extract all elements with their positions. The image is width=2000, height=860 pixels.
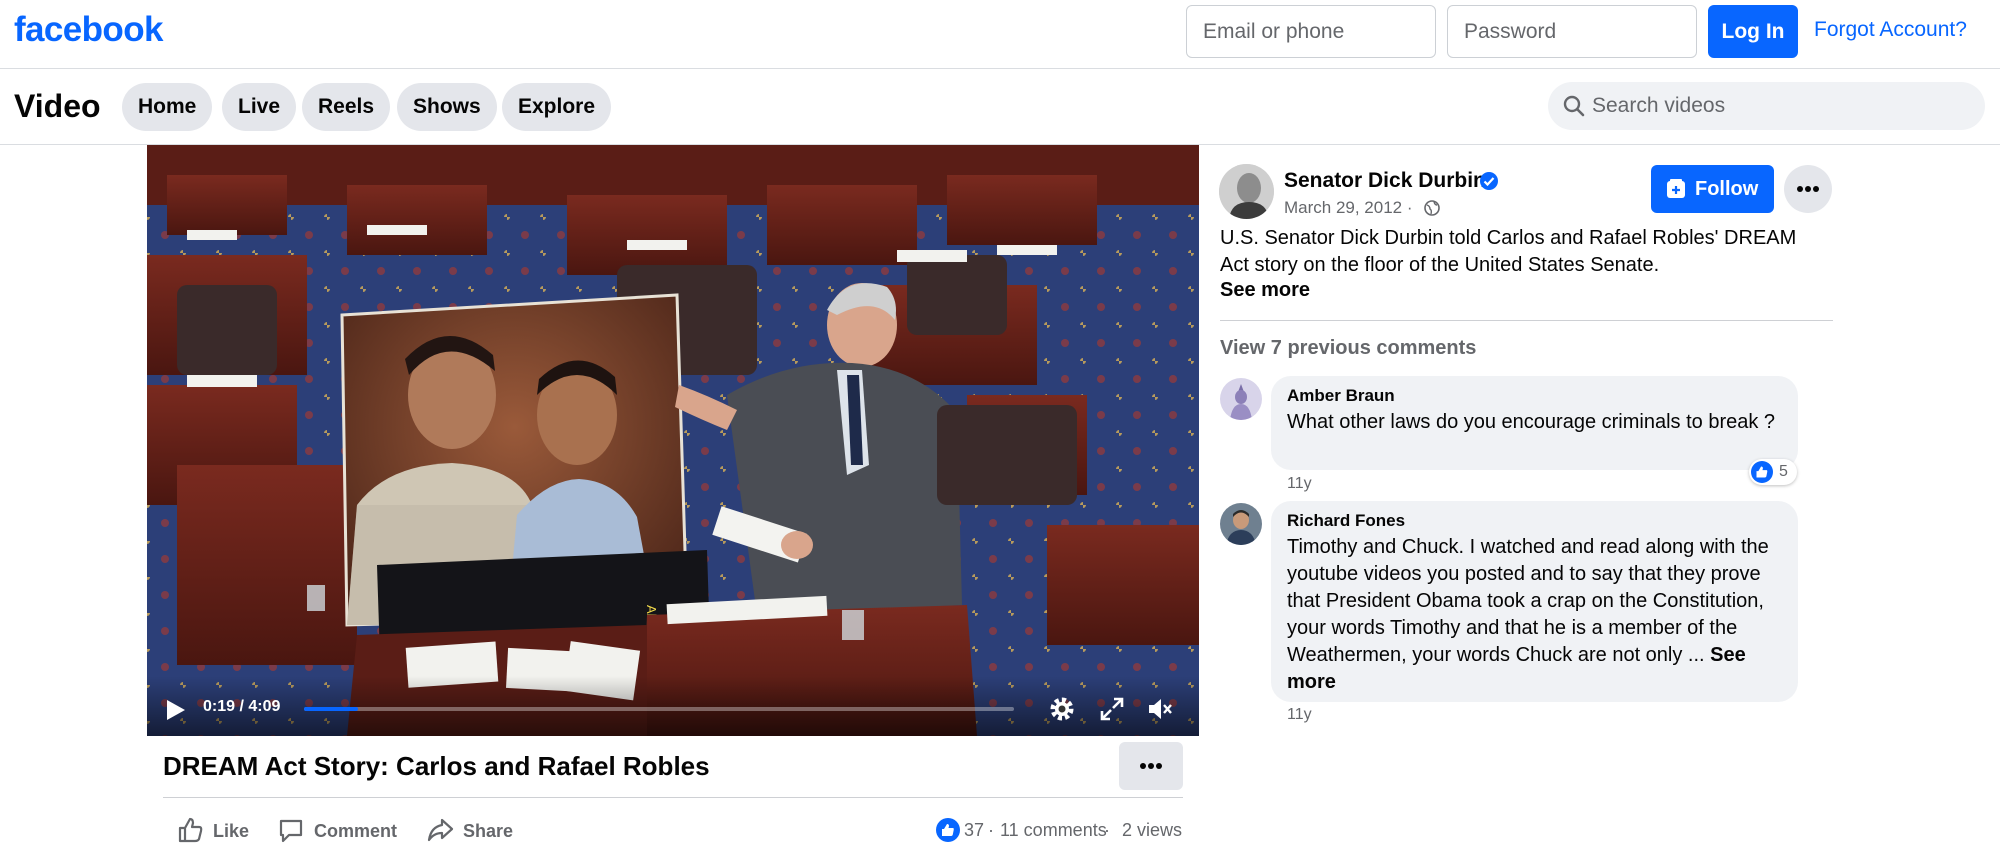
video-player[interactable]: The Aleks 0:19 / 4:09 <box>147 145 1199 736</box>
separator: · <box>1104 820 1110 840</box>
share-label: Share <box>463 821 514 841</box>
forgot-account-link[interactable]: Forgot Account? <box>1814 18 1967 42</box>
video-nav: Video Home Live Reels Shows Explore Sear… <box>0 70 2000 145</box>
fullscreen-icon[interactable] <box>1097 694 1127 724</box>
settings-icon[interactable] <box>1047 694 1077 724</box>
comment-icon <box>279 819 303 843</box>
mute-icon[interactable] <box>1145 694 1175 724</box>
password-field[interactable] <box>1447 5 1697 58</box>
comment-label: Comment <box>314 821 398 841</box>
play-icon[interactable] <box>165 698 187 722</box>
avatar[interactable] <box>1219 164 1274 219</box>
comment-author[interactable]: Amber Braun <box>1287 386 1395 406</box>
post-more-button[interactable] <box>1784 165 1832 213</box>
globe-icon <box>1424 200 1440 216</box>
search-icon <box>1563 95 1585 117</box>
search-videos-input[interactable]: Search videos <box>1548 82 1985 130</box>
progress-bar[interactable] <box>304 707 1014 711</box>
separator: · <box>988 820 994 840</box>
follow-icon <box>1667 179 1685 198</box>
share-button[interactable]: Share <box>426 816 526 846</box>
email-field[interactable] <box>1186 5 1436 58</box>
search-placeholder: Search videos <box>1592 94 1726 117</box>
video-stats: 37 · 11 comments · 2 views <box>936 818 1183 844</box>
top-bar: facebook Log In Forgot Account? <box>0 0 2000 69</box>
comment-text: What other laws do you encourage crimina… <box>1287 411 1776 433</box>
comment-time[interactable]: 11y <box>1287 706 1312 724</box>
view-count: 2 views <box>1122 820 1183 840</box>
see-more-link[interactable]: See more <box>1220 279 1310 302</box>
reaction-count: 5 <box>1779 463 1788 480</box>
tab-live[interactable]: Live <box>222 83 297 131</box>
post-author[interactable]: Senator Dick Durbin <box>1284 169 1486 193</box>
video-time: 0:19 / 4:09 <box>203 698 281 715</box>
login-button[interactable]: Log In <box>1708 5 1798 58</box>
tab-reels[interactable]: Reels <box>302 83 391 131</box>
comment-bubble: Richard Fones Timothy and Chuck. I watch… <box>1271 501 1798 702</box>
video-frame: The Aleks <box>147 145 1199 736</box>
comment-text: Timothy and Chuck. I watched and read al… <box>1287 534 1792 696</box>
more-icon <box>1797 186 1819 192</box>
tab-home[interactable]: Home <box>122 83 213 131</box>
divider <box>163 797 1183 798</box>
like-label: Like <box>213 821 250 841</box>
like-reaction-icon <box>1751 461 1773 483</box>
verified-icon <box>1480 172 1498 190</box>
progress-fill <box>304 707 358 711</box>
like-icon <box>178 817 203 843</box>
view-previous-comments[interactable]: View 7 previous comments <box>1220 337 1476 360</box>
video-title: DREAM Act Story: Carlos and Rafael Roble… <box>163 751 710 781</box>
video-section-title: Video <box>14 88 101 124</box>
more-icon <box>1140 763 1162 769</box>
comment-time[interactable]: 11y <box>1287 475 1312 493</box>
comment-reactions[interactable]: 5 <box>1749 459 1797 485</box>
divider <box>1220 320 1833 321</box>
comment-bubble: Amber Braun What other laws do you encou… <box>1271 376 1798 470</box>
like-button[interactable]: Like <box>176 816 256 846</box>
post-date[interactable]: March 29, 2012 · <box>1284 198 1413 218</box>
reaction-count[interactable]: 37 <box>964 820 984 841</box>
like-reaction-icon <box>936 818 960 842</box>
follow-label: Follow <box>1695 178 1759 200</box>
avatar[interactable] <box>1220 503 1262 545</box>
video-more-button[interactable] <box>1119 742 1183 790</box>
comment-count[interactable]: 11 comments <box>1000 820 1107 841</box>
follow-button[interactable]: Follow <box>1651 165 1774 213</box>
post-description: U.S. Senator Dick Durbin told Carlos and… <box>1220 227 1797 276</box>
facebook-logo[interactable]: facebook <box>14 10 163 50</box>
comment-body: Timothy and Chuck. I watched and read al… <box>1287 536 1769 666</box>
comment-author[interactable]: Richard Fones <box>1287 511 1405 531</box>
share-icon <box>427 818 454 842</box>
tab-explore[interactable]: Explore <box>502 83 612 131</box>
avatar[interactable] <box>1220 378 1262 420</box>
comment-button[interactable]: Comment <box>277 816 402 846</box>
tab-shows[interactable]: Shows <box>397 83 497 131</box>
video-controls: 0:19 / 4:09 <box>147 676 1199 736</box>
